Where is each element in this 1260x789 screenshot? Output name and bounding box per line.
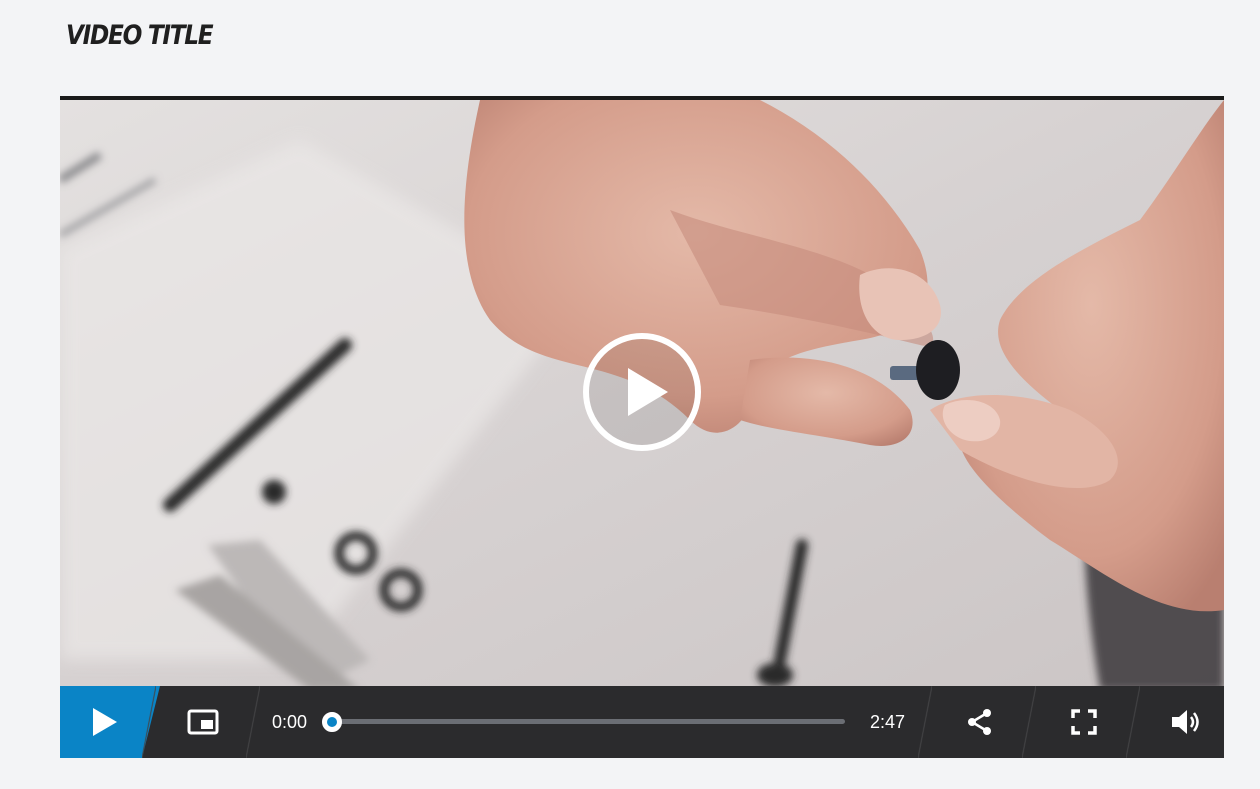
picture-in-picture-button[interactable] (168, 686, 238, 758)
divider (918, 686, 932, 758)
play-circle-icon (583, 333, 701, 451)
picture-in-picture-icon (187, 709, 219, 735)
share-icon (968, 709, 991, 735)
divider (1126, 686, 1140, 758)
divider (1022, 686, 1036, 758)
share-button[interactable] (940, 686, 1020, 758)
big-play-button[interactable] (582, 332, 702, 452)
play-icon (93, 708, 117, 736)
current-time: 0:00 (272, 711, 308, 732)
volume-icon (1172, 710, 1199, 734)
divider (142, 686, 156, 758)
volume-button[interactable] (1148, 686, 1224, 758)
control-bar: 0:00 2:47 (60, 686, 1224, 758)
video-title: VIDEO TITLE (66, 20, 214, 51)
video-player[interactable]: 0:00 2:47 (60, 96, 1224, 758)
divider (246, 686, 260, 758)
fullscreen-icon (1071, 709, 1097, 735)
progress-handle[interactable] (322, 712, 342, 732)
duration: 2:47 (870, 711, 906, 732)
fullscreen-button[interactable] (1044, 686, 1124, 758)
progress-track[interactable] (322, 712, 845, 732)
